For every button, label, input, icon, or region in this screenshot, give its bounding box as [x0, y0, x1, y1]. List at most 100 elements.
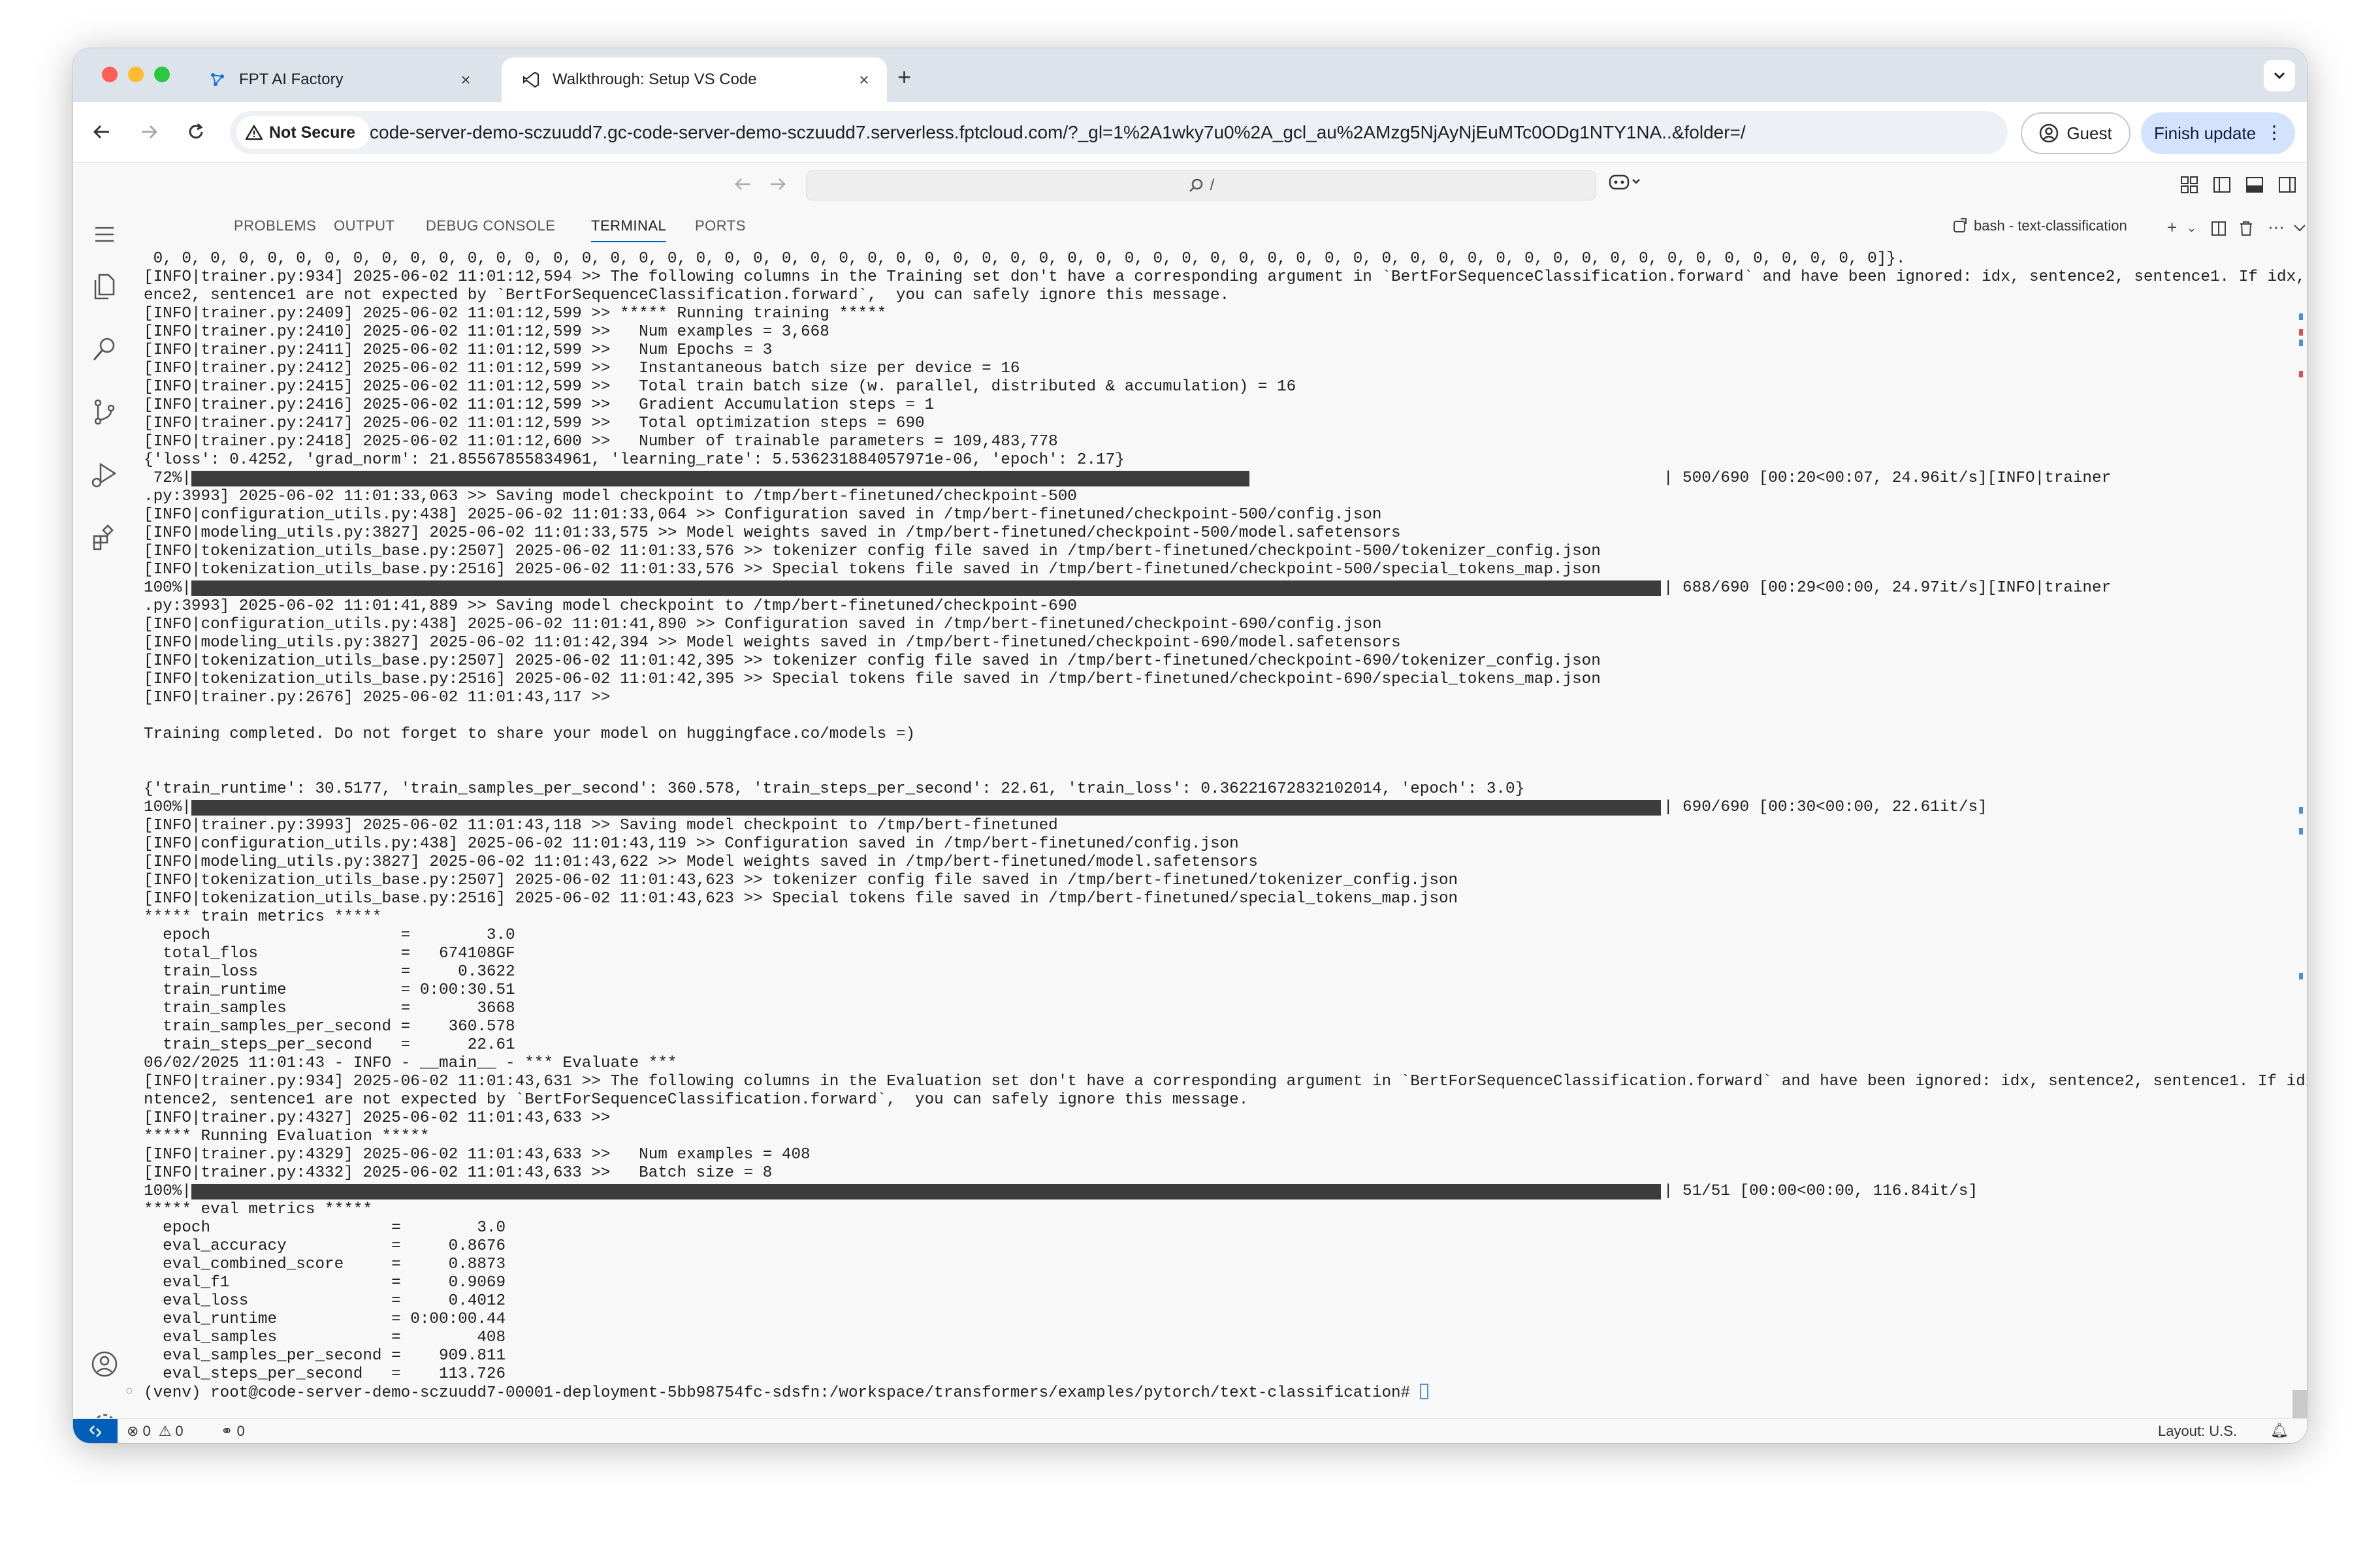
- terminal-line: [INFO|trainer.py:2415] 2025-06-02 11:01:…: [144, 378, 1296, 396]
- new-tab-button[interactable]: +: [897, 65, 911, 89]
- maximize-panel-icon[interactable]: [2292, 223, 2307, 233]
- error-icon: ⊗: [127, 1423, 139, 1439]
- go-back-button[interactable]: [733, 174, 752, 199]
- copilot-button[interactable]: [1608, 172, 1642, 196]
- terminal-prompt: (venv) root@code-server-demo-sczuudd7-00…: [125, 1384, 1428, 1402]
- go-forward-button[interactable]: [768, 174, 788, 199]
- terminal-line: [INFO|modeling_utils.py:3827] 2025-06-02…: [144, 524, 1401, 542]
- warning-icon: ⚠: [158, 1423, 172, 1439]
- remote-icon: [89, 1425, 101, 1437]
- terminal-line: {'train_runtime': 30.5177, 'train_sample…: [144, 780, 1525, 798]
- terminal-line: [INFO|trainer.py:2676] 2025-06-02 11:01:…: [144, 689, 611, 707]
- extensions-icon[interactable]: [88, 520, 121, 554]
- problems-status[interactable]: ⊗ 0 ⚠ 0: [127, 1423, 184, 1440]
- browser-window: FPT AI Factory × Walkthrough: Setup VS C…: [73, 48, 2307, 1443]
- terminal-line: [INFO|trainer.py:934] 2025-06-02 11:01:4…: [144, 1073, 2307, 1090]
- keyboard-layout[interactable]: Layout: U.S.: [2158, 1423, 2237, 1440]
- terminal-line: eval_samples = 408: [144, 1329, 506, 1346]
- terminal-line: [INFO|trainer.py:4332] 2025-06-02 11:01:…: [144, 1164, 773, 1182]
- toggle-primary-sidebar-icon[interactable]: [2213, 176, 2231, 194]
- new-terminal-icon[interactable]: +: [2167, 217, 2177, 238]
- chevron-down-icon[interactable]: ⌄: [2187, 221, 2196, 235]
- address-bar[interactable]: Not Secure code-server-demo-sczuudd7.gc-…: [230, 111, 2008, 154]
- more-vertical-icon[interactable]: ⋮: [2265, 121, 2283, 143]
- terminal-line: [INFO|trainer.py:2418] 2025-06-02 11:01:…: [144, 433, 1058, 451]
- terminal-line: ***** Running Evaluation *****: [144, 1128, 430, 1145]
- scrollbar-marker: [2299, 340, 2303, 346]
- notifications-bell-icon[interactable]: 🔔︎: [2270, 1422, 2289, 1439]
- terminal-line: [INFO|tokenization_utils_base.py:2507] 2…: [144, 872, 1458, 889]
- panel-tabs: PROBLEMS OUTPUT DEBUG CONSOLE TERMINAL P…: [136, 208, 2307, 249]
- remote-indicator[interactable]: [73, 1419, 118, 1443]
- terminal-line: eval_loss = 0.4012: [144, 1292, 506, 1310]
- vscode-icon: [521, 70, 541, 89]
- search-icon[interactable]: [88, 332, 121, 366]
- progress-bar-fill: [191, 800, 1661, 816]
- split-terminal-icon[interactable]: [2210, 220, 2227, 237]
- security-indicator[interactable]: Not Secure: [236, 116, 370, 149]
- finish-update-label: Finish update: [2154, 123, 2257, 143]
- tab-terminal[interactable]: TERMINAL: [591, 217, 667, 242]
- command-center[interactable]: /: [806, 170, 1596, 200]
- scrollbar-marker: [2299, 828, 2303, 834]
- finish-update-button[interactable]: Finish update ⋮: [2141, 112, 2295, 154]
- explorer-icon[interactable]: [88, 270, 121, 304]
- terminal-line: eval_combined_score = 0.8873: [144, 1256, 506, 1273]
- tab-output[interactable]: OUTPUT: [334, 217, 394, 234]
- terminal-line: [INFO|trainer.py:934] 2025-06-02 11:01:1…: [144, 268, 2307, 286]
- warning-icon: [246, 125, 263, 140]
- tab-title: FPT AI Factory: [239, 71, 344, 88]
- browser-tab-fpt-ai-factory[interactable]: FPT AI Factory ×: [188, 57, 489, 102]
- close-icon[interactable]: ×: [853, 69, 875, 91]
- url-text[interactable]: code-server-demo-sczuudd7.gc-code-server…: [370, 111, 1746, 154]
- terminal-line: [INFO|tokenization_utils_base.py:2507] 2…: [144, 543, 1601, 560]
- progress-bar-fill: [191, 471, 1249, 486]
- forward-button[interactable]: [133, 116, 165, 148]
- browser-tab-walkthrough[interactable]: Walkthrough: Setup VS Code ×: [502, 57, 887, 102]
- reload-button[interactable]: [180, 116, 212, 148]
- tab-problems[interactable]: PROBLEMS: [234, 217, 316, 234]
- toggle-secondary-sidebar-icon[interactable]: [2278, 176, 2296, 194]
- tab-search-button[interactable]: [2264, 60, 2295, 91]
- run-debug-icon[interactable]: [88, 458, 121, 492]
- more-horizontal-icon[interactable]: ⋯: [2268, 217, 2285, 238]
- activity-bar: [73, 208, 137, 1443]
- tab-ports[interactable]: PORTS: [695, 217, 746, 234]
- guest-profile-button[interactable]: Guest: [2021, 112, 2131, 154]
- terminal-line: 100%|: [144, 579, 191, 597]
- menu-icon[interactable]: [88, 217, 121, 251]
- minimize-window-button[interactable]: [128, 67, 144, 82]
- terminal-line: train_samples = 3668: [144, 1000, 515, 1017]
- tab-debug-console[interactable]: DEBUG CONSOLE: [426, 217, 555, 234]
- terminal-line: [INFO|configuration_utils.py:438] 2025-0…: [144, 616, 1382, 633]
- browser-toolbar: Not Secure code-server-demo-sczuudd7.gc-…: [73, 102, 2307, 163]
- terminal-line: [INFO|trainer.py:4329] 2025-06-02 11:01:…: [144, 1146, 811, 1164]
- terminal-line: ence2, sentence1 are not expected by `Be…: [144, 287, 1230, 304]
- terminal-line: [INFO|tokenization_utils_base.py:2516] 2…: [144, 671, 1601, 688]
- terminal-selector[interactable]: bash - text-classification: [1952, 217, 2127, 234]
- terminal-panel: PROBLEMS OUTPUT DEBUG CONSOLE TERMINAL P…: [125, 208, 2307, 1443]
- trash-icon[interactable]: [2238, 220, 2255, 237]
- progress-bar-status: | 688/690 [00:29<00:00, 24.97it/s][INFO|…: [1663, 579, 2112, 597]
- terminal-output[interactable]: 0, 0, 0, 0, 0, 0, 0, 0, 0, 0, 0, 0, 0, 0…: [125, 250, 2307, 1425]
- terminal-line: [INFO|trainer.py:2409] 2025-06-02 11:01:…: [144, 305, 887, 323]
- zoom-window-button[interactable]: [154, 67, 170, 82]
- source-control-icon[interactable]: [88, 395, 121, 429]
- toggle-panel-icon[interactable]: [2245, 176, 2264, 194]
- terminal-line: total_flos = 674108GF: [144, 945, 515, 962]
- close-window-button[interactable]: [102, 67, 118, 82]
- close-icon[interactable]: ×: [455, 69, 477, 91]
- terminal-line: train_loss = 0.3622: [144, 963, 515, 981]
- accounts-icon[interactable]: [88, 1347, 121, 1381]
- terminal-name: bash - text-classification: [1974, 217, 2127, 234]
- terminal-line: [INFO|modeling_utils.py:3827] 2025-06-02…: [144, 634, 1401, 652]
- terminal-line: [INFO|tokenization_utils_base.py:2516] 2…: [144, 561, 1601, 579]
- terminal-cursor[interactable]: [1419, 1384, 1428, 1399]
- terminal-line: [INFO|trainer.py:2412] 2025-06-02 11:01:…: [144, 360, 1020, 377]
- terminal-line: eval_runtime = 0:00:00.44: [144, 1311, 506, 1328]
- customize-layout-icon[interactable]: [2180, 176, 2198, 194]
- back-button[interactable]: [86, 116, 118, 148]
- progress-bar-fill: [191, 1184, 1661, 1199]
- ports-status[interactable]: ⚭ 0: [221, 1423, 245, 1440]
- command-decoration-icon[interactable]: ○: [125, 1383, 133, 1401]
